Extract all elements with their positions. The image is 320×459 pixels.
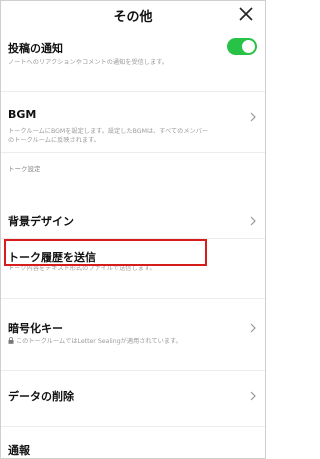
page-title: その他: [113, 10, 153, 25]
encryption-key-row[interactable]: 暗号化キー このトークルームではLetter Sealingが適用されています。: [1, 299, 265, 355]
post-notification-desc: ノートへのリアクションやコメントの通知を受信します。: [8, 59, 168, 66]
background-design-row[interactable]: 背景デザイン: [1, 206, 265, 238]
toggle-knob: [242, 40, 255, 53]
chevron-right-icon: [250, 323, 256, 333]
highlight-box: [4, 239, 207, 266]
delete-data-row[interactable]: データの削除: [1, 381, 265, 413]
encryption-key-title: 暗号化キー: [8, 322, 63, 335]
lock-icon: [8, 337, 14, 344]
bgm-desc-line2: のトークルームに反映されます。: [8, 137, 100, 144]
delete-data-title: データの削除: [8, 390, 74, 403]
encryption-key-desc-line: このトークルームではLetter Sealingが適用されています。: [8, 337, 243, 347]
bgm-row[interactable]: BGM トークルームにBGMを設定します。設定したBGMは、すべてのメンバー の…: [1, 92, 265, 150]
close-icon[interactable]: [237, 5, 255, 23]
chevron-right-icon: [250, 391, 256, 401]
report-title: 通報: [8, 444, 30, 457]
post-notification-title: 投稿の通知: [8, 42, 63, 55]
report-row[interactable]: 通報: [1, 434, 265, 458]
settings-screen: その他 投稿の通知 ノートへのリアクションやコメントの通知を受信します。 BGM…: [0, 0, 266, 459]
post-notification-row[interactable]: 投稿の通知 ノートへのリアクションやコメントの通知を受信します。: [1, 31, 265, 79]
chevron-right-icon: [250, 112, 256, 122]
divider: [1, 370, 265, 371]
background-design-title: 背景デザイン: [8, 215, 74, 228]
post-notification-toggle[interactable]: [227, 38, 257, 55]
bgm-title: BGM: [8, 108, 37, 121]
divider: [1, 152, 265, 153]
section-label-talk-settings: トーク設定: [8, 165, 41, 173]
chevron-right-icon: [250, 216, 256, 226]
encryption-key-desc: このトークルームではLetter Sealingが適用されています。: [16, 338, 182, 345]
header: その他: [1, 1, 265, 31]
divider: [1, 426, 265, 427]
